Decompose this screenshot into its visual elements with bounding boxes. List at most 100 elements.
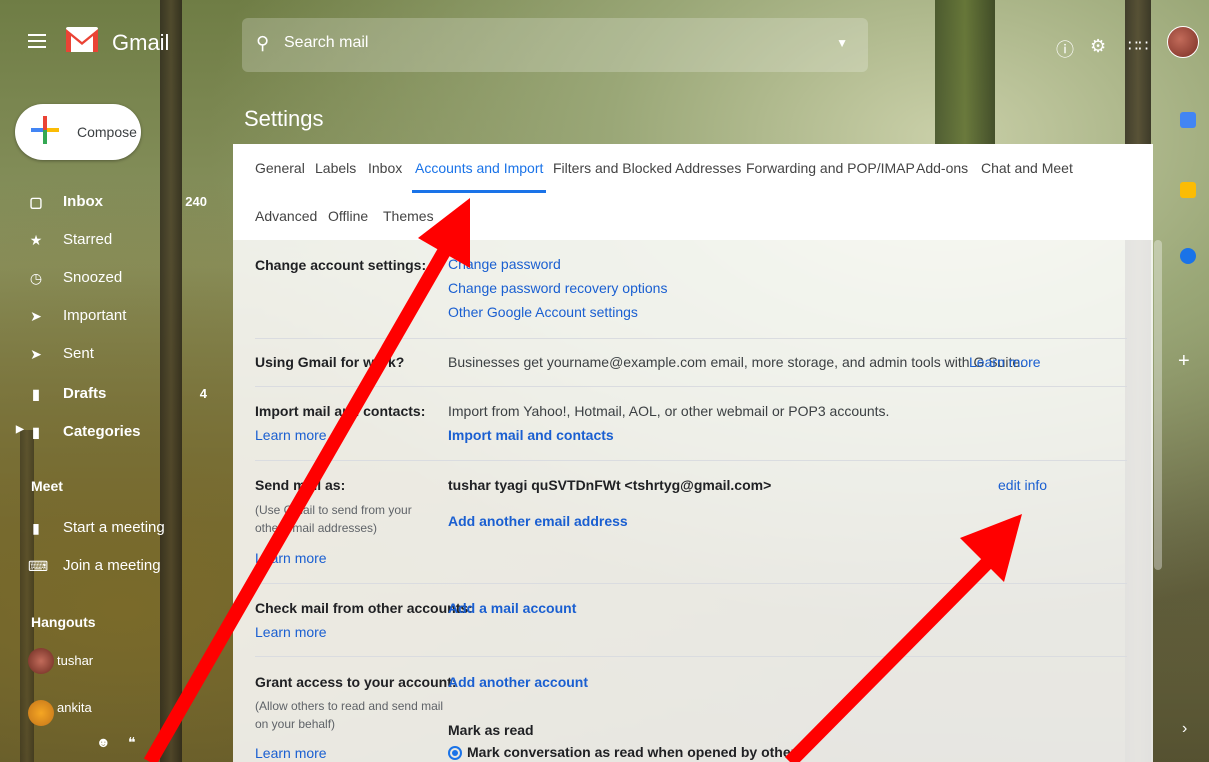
tasks-icon[interactable]	[1180, 248, 1196, 264]
grant-access-label: Grant access to your account:	[255, 674, 457, 690]
import-mail-label: Import mail and contacts:	[255, 403, 426, 419]
important-icon: ➤	[30, 308, 42, 324]
compose-button[interactable]: Compose	[15, 104, 141, 160]
send-as-address: tushar tyagi quSVTDnFWt <tshrtyg@gmail.c…	[448, 477, 772, 493]
scrollbar[interactable]	[1154, 240, 1162, 570]
help-icon[interactable]: ⓘ	[1056, 36, 1074, 62]
search-bar[interactable]: ⚲ Search mail ▼	[242, 18, 868, 72]
search-icon[interactable]: ⚲	[256, 33, 269, 54]
import-mail-text: Import from Yahoo!, Hotmail, AOL, or oth…	[448, 403, 890, 419]
sidebar-item-label: Drafts	[63, 385, 107, 402]
sidebar-item-label: Categories	[63, 423, 141, 440]
gmail-for-work-label: Using Gmail for work?	[255, 354, 405, 370]
avatar[interactable]	[28, 700, 54, 726]
hangouts-quote-icon[interactable]: ❝	[128, 734, 136, 751]
add-mail-account-link[interactable]: Add a mail account	[448, 600, 576, 616]
divider	[255, 386, 1127, 387]
recovery-options-link[interactable]: Change password recovery options	[448, 280, 667, 296]
learn-more-link[interactable]: Learn more	[255, 550, 327, 566]
mark-as-read-label: Mark as read	[448, 722, 534, 738]
tab-general[interactable]: General	[255, 160, 305, 176]
add-another-account-link[interactable]: Add another account	[448, 674, 588, 690]
meet-item-label: Join a meeting	[63, 557, 161, 574]
check-mail-label: Check mail from other accounts:	[255, 600, 473, 616]
learn-more-link[interactable]: Learn more	[255, 427, 327, 443]
add-addon-icon[interactable]: +	[1178, 350, 1190, 373]
sidebar-item-snoozed[interactable]: ◷ Snoozed	[0, 262, 215, 294]
meet-item-label: Start a meeting	[63, 519, 165, 536]
start-meeting-item[interactable]: ▮ Start a meeting	[0, 512, 215, 544]
edit-info-link[interactable]: edit info	[998, 477, 1047, 493]
divider	[255, 656, 1127, 657]
hangout-contact-name[interactable]: ankita	[57, 700, 92, 715]
divider	[255, 338, 1127, 339]
tab-accounts-and-import[interactable]: Accounts and Import	[415, 160, 543, 176]
compose-label: Compose	[77, 124, 137, 140]
keep-icon[interactable]	[1180, 182, 1196, 198]
hangout-contact-name[interactable]: tushar	[57, 653, 93, 668]
change-password-link[interactable]: Change password	[448, 256, 561, 272]
calendar-icon[interactable]	[1180, 112, 1196, 128]
tab-labels[interactable]: Labels	[315, 160, 356, 176]
plus-icon	[31, 116, 59, 144]
draft-count: 4	[199, 386, 207, 401]
sidebar-item-important[interactable]: ➤ Important	[0, 300, 215, 332]
mark-read-option-label: Mark conversation as read when opened by…	[467, 744, 804, 760]
mark-read-radio[interactable]	[448, 746, 462, 760]
main-menu-icon[interactable]	[28, 34, 46, 48]
divider	[255, 460, 1127, 461]
tab-advanced[interactable]: Advanced	[255, 208, 317, 224]
sidebar-item-categories[interactable]: ▶ ▮ Categories	[0, 416, 215, 448]
tab-inbox[interactable]: Inbox	[368, 160, 402, 176]
tab-add-ons[interactable]: Add-ons	[916, 160, 968, 176]
change-account-label: Change account settings:	[255, 257, 427, 273]
learn-more-link[interactable]: Learn more	[255, 624, 327, 640]
active-tab-indicator	[412, 190, 546, 193]
tab-forwarding[interactable]: Forwarding and POP/IMAP	[746, 160, 915, 176]
search-options-icon[interactable]: ▼	[836, 36, 848, 50]
gear-icon[interactable]: ⚙	[1090, 36, 1106, 57]
chevron-right-icon[interactable]: ›	[1182, 720, 1187, 738]
send-mail-as-label: Send mail as:	[255, 477, 346, 493]
expand-arrow-icon[interactable]: ▶	[16, 424, 24, 435]
sidebar-item-sent[interactable]: ➤ Sent	[0, 338, 215, 370]
import-mail-link[interactable]: Import mail and contacts	[448, 427, 614, 443]
top-bar: Gmail ⚲ Search mail ▼ ⓘ ⚙ ∷∷	[0, 0, 1209, 92]
person-icon[interactable]: ☻	[96, 734, 111, 750]
unread-count: 240	[185, 194, 207, 209]
video-icon: ▮	[32, 520, 40, 536]
sidebar-item-starred[interactable]: ★ Starred	[0, 224, 215, 256]
google-account-settings-link[interactable]: Other Google Account settings	[448, 304, 638, 320]
sidebar-item-label: Starred	[63, 231, 113, 248]
sidebar-item-inbox[interactable]: ▢ Inbox 240	[0, 186, 215, 218]
settings-tab-bar	[233, 144, 1153, 240]
gmail-logo[interactable]	[64, 24, 100, 54]
avatar[interactable]	[1167, 26, 1199, 58]
search-input[interactable]: Search mail	[284, 34, 368, 52]
star-icon: ★	[29, 232, 43, 248]
tab-filters[interactable]: Filters and Blocked Addresses	[553, 160, 741, 176]
join-meeting-item[interactable]: ⌨ Join a meeting	[0, 550, 215, 582]
send-icon: ➤	[30, 346, 42, 362]
tab-offline[interactable]: Offline	[328, 208, 368, 224]
add-email-address-link[interactable]: Add another email address	[448, 513, 628, 529]
avatar[interactable]	[28, 648, 54, 674]
apps-grid-icon[interactable]: ∷∷	[1128, 36, 1148, 56]
sidebar-item-label: Snoozed	[63, 269, 123, 286]
page-title: Settings	[244, 106, 324, 131]
learn-more-link[interactable]: Learn more	[255, 745, 327, 761]
tab-themes[interactable]: Themes	[383, 208, 434, 224]
grant-access-description: (Allow others to read and send mail on y…	[255, 699, 444, 731]
sidebar-item-label: Sent	[63, 345, 94, 362]
sidebar-item-label: Important	[63, 307, 127, 324]
sidebar-item-drafts[interactable]: ▮ Drafts 4	[0, 378, 215, 410]
learn-more-link[interactable]: Learn more	[969, 354, 1041, 370]
divider	[255, 583, 1127, 584]
inbox-icon: ▢	[29, 194, 43, 210]
gmail-wordmark: Gmail	[112, 30, 170, 55]
sidebar-item-label: Inbox	[63, 193, 103, 210]
gmail-for-work-text: Businesses get yourname@example.com emai…	[448, 354, 1025, 370]
tab-chat-and-meet[interactable]: Chat and Meet	[981, 160, 1073, 176]
meet-section-label: Meet	[31, 478, 63, 494]
draft-icon: ▮	[32, 386, 40, 402]
